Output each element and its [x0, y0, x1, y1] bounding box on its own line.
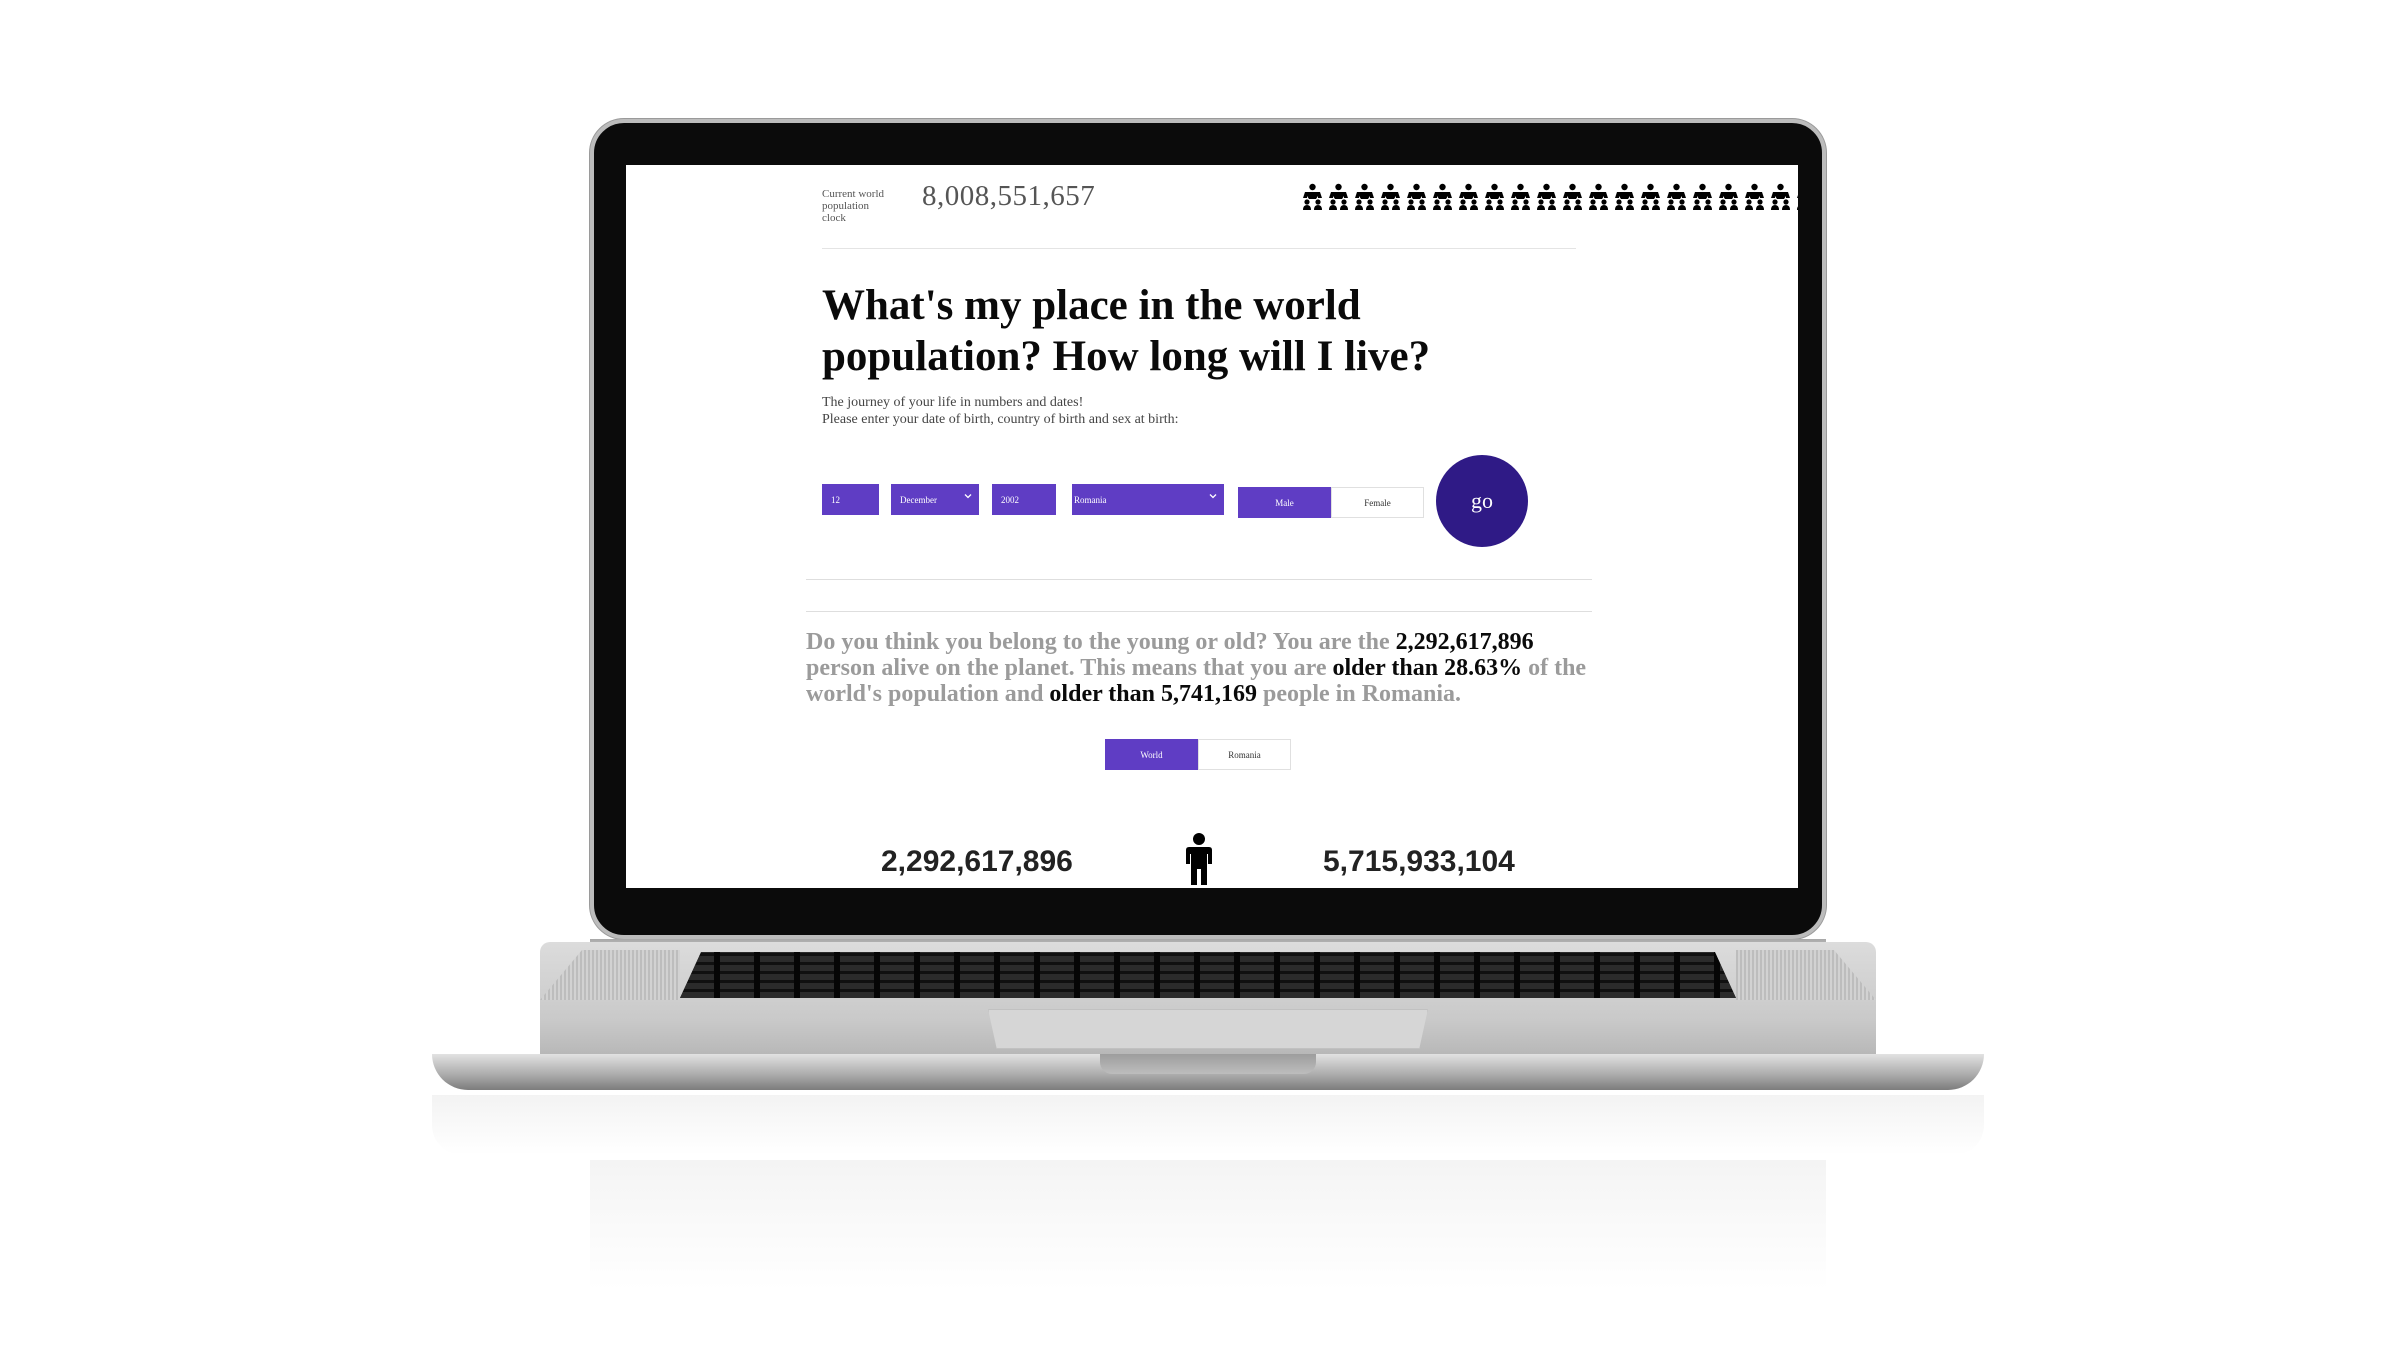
go-button[interactable]: go	[1436, 455, 1528, 547]
person-group-icon	[1719, 183, 1738, 210]
result-text-2: person alive on the planet. This means t…	[806, 655, 1333, 681]
day-input[interactable]: 12	[822, 484, 879, 515]
laptop-notch	[1100, 1054, 1316, 1074]
laptop-keyboard	[680, 952, 1736, 998]
tab-romania[interactable]: Romania	[1198, 739, 1291, 770]
person-group-icon	[1615, 183, 1634, 210]
person-group-icon	[1693, 183, 1712, 210]
person-group-icon	[1485, 183, 1504, 210]
country-select[interactable]: Romania	[1072, 484, 1224, 515]
month-value: December	[900, 494, 937, 505]
section-divider-top	[806, 579, 1592, 580]
person-group-icon	[1771, 183, 1790, 210]
result-sentence: Do you think you belong to the young or …	[806, 629, 1606, 707]
country-value: Romania	[1074, 494, 1107, 505]
result-older-label-2: older than	[1049, 681, 1155, 707]
population-clock-label: Current world population clock	[822, 188, 885, 224]
person-icon	[1186, 833, 1212, 885]
header-divider	[822, 248, 1576, 249]
result-text-4: people in	[1257, 681, 1362, 707]
result-older-label: older than	[1332, 655, 1439, 681]
person-group-icon	[1563, 183, 1582, 210]
subtitle-line-1: The journey of your life in numbers and …	[822, 395, 1084, 410]
person-group-icon	[1381, 183, 1400, 210]
person-group-icon	[1329, 183, 1348, 210]
month-select[interactable]: December	[891, 484, 979, 515]
laptop-reflection-lower	[590, 1160, 1826, 1290]
tab-world[interactable]: World	[1105, 739, 1198, 770]
browser-screen: Current world population clock 8,008,551…	[626, 165, 1798, 888]
section-divider-bottom	[806, 611, 1592, 612]
person-group-icon	[1797, 195, 1798, 210]
chevron-down-icon	[964, 494, 972, 499]
subtitle-line-2: Please enter your date of birth, country…	[822, 412, 1179, 427]
person-group-icon	[1537, 183, 1556, 210]
population-clock-value: 8,008,551,657	[922, 180, 1096, 212]
person-group-icon	[1641, 183, 1660, 210]
result-country-count: 5,741,169	[1161, 681, 1257, 707]
result-world-percent: 28.63%	[1444, 655, 1523, 681]
person-group-icon	[1745, 183, 1764, 210]
page-title: What's my place in the world population?…	[822, 282, 1431, 380]
laptop-trackpad	[988, 1009, 1428, 1049]
day-value: 12	[831, 494, 840, 505]
year-input[interactable]: 2002	[992, 484, 1056, 515]
chevron-down-icon	[1209, 494, 1217, 499]
laptop-reflection	[432, 1095, 1984, 1155]
sex-male-button[interactable]: Male	[1238, 487, 1331, 518]
person-group-icon	[1407, 183, 1426, 210]
result-country-name: Romania.	[1361, 681, 1462, 707]
older-count: 5,715,933,104	[1323, 845, 1515, 878]
person-group-icon-row	[1302, 183, 1798, 211]
page-subtitle: The journey of your life in numbers and …	[822, 394, 1422, 428]
person-group-icon	[1459, 183, 1478, 210]
year-value: 2002	[1001, 494, 1019, 505]
person-group-icon	[1355, 183, 1374, 210]
person-group-icon	[1303, 183, 1322, 210]
younger-count: 2,292,617,896	[881, 845, 1073, 878]
person-group-icon	[1667, 183, 1686, 210]
result-text-1: Do you think you belong to the young or …	[806, 629, 1396, 655]
result-rank: 2,292,617,896	[1395, 629, 1534, 655]
person-group-icon	[1589, 183, 1608, 210]
sex-female-button[interactable]: Female	[1331, 487, 1424, 518]
person-group-icon	[1511, 183, 1530, 210]
person-group-icon	[1433, 183, 1452, 210]
